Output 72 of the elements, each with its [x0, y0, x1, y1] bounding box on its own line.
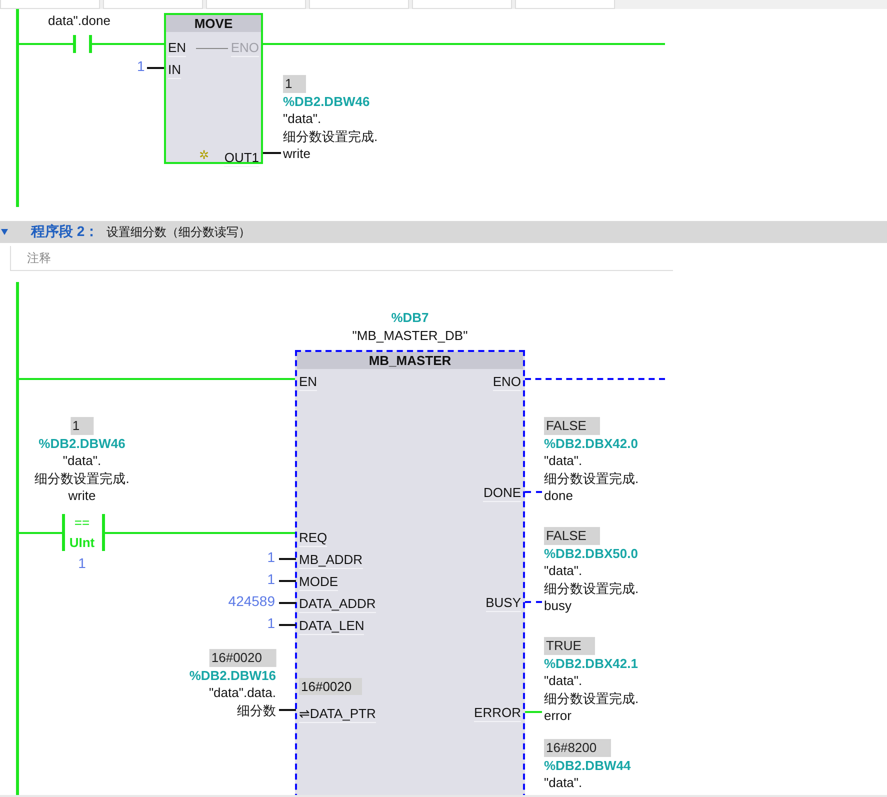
- network-description: 设置细分数（细分数读写）: [106, 224, 251, 240]
- operand-value: 1: [70, 417, 94, 434]
- operand-symbol: busy: [544, 597, 572, 614]
- operand-symbol: "data".: [544, 672, 582, 690]
- operand-symbol: "data".: [544, 774, 582, 792]
- pin-label: EN: [299, 373, 318, 391]
- pin-label: DATA_LEN: [299, 617, 364, 635]
- editor-tab[interactable]: [103, 0, 203, 9]
- asterisk-icon: ✲: [198, 147, 209, 164]
- constant-value: 424589: [228, 593, 275, 610]
- network-title: 程序段 2：: [31, 223, 99, 241]
- contact-label: data".done: [48, 12, 110, 29]
- pin-label: MB_ADDR: [299, 551, 363, 569]
- collapse-icon[interactable]: [1, 228, 9, 236]
- pin-label: MODE: [299, 573, 338, 591]
- constant-value: 1: [267, 571, 275, 588]
- operand-address: %DB2.DBX42.0: [544, 434, 638, 452]
- operand-value: FALSE: [544, 417, 600, 434]
- comment-field[interactable]: 注释: [27, 248, 627, 268]
- operand-value: 16#0020: [209, 649, 276, 666]
- constant-value: 1: [267, 615, 275, 632]
- operand-symbol: 细分数设置完成.: [34, 470, 130, 487]
- pin-label: DATA_ADDR: [299, 595, 376, 613]
- operand-address: %DB2.DBW46: [38, 434, 126, 452]
- operand-symbol: "data".: [544, 562, 582, 580]
- operand-symbol: 细分数设置完成.: [544, 580, 639, 597]
- block-title: MB_MASTER: [297, 352, 523, 369]
- operand-address: %DB2.DBX50.0: [544, 544, 638, 562]
- pin-label: ERROR: [474, 704, 521, 722]
- pin-label: BUSY: [486, 594, 521, 612]
- pin-label: ENO: [492, 373, 521, 391]
- operand-symbol: "data".: [544, 452, 582, 470]
- operand-value: 1: [283, 75, 306, 92]
- operand-symbol: "data".: [62, 452, 102, 470]
- editor-tab[interactable]: [0, 0, 100, 9]
- pin-label: ENO: [230, 39, 259, 57]
- pin-label: OUT1: [224, 149, 259, 167]
- operand-symbol: "data".data.: [208, 684, 276, 702]
- operand-symbol: write: [283, 145, 310, 162]
- operand-value: 16#8200: [544, 739, 611, 756]
- operand-value: FALSE: [544, 527, 600, 544]
- operand-address: %DB2.DBW16: [189, 666, 276, 684]
- editor-tab[interactable]: [412, 0, 512, 9]
- operand-address: %DB2.DBW46: [283, 92, 370, 110]
- constant-value: 1: [137, 58, 145, 75]
- operand-symbol: write: [68, 487, 96, 504]
- instance-address: %DB7: [391, 309, 429, 326]
- instance-name: "MB_MASTER_DB": [352, 327, 468, 344]
- operand-symbol: 细分数设置完成.: [283, 128, 378, 145]
- pin-label: EN: [168, 39, 186, 57]
- constant-value: 1: [267, 549, 275, 566]
- editor-tab[interactable]: [515, 0, 615, 9]
- block-title: MOVE: [166, 15, 261, 32]
- operand-symbol: error: [544, 707, 572, 724]
- operand-symbol: done: [544, 487, 573, 504]
- operand-address: %DB2.DBX42.1: [544, 654, 638, 672]
- operand-symbol: 细分数设置完成.: [544, 690, 639, 707]
- compare-operand: 1: [78, 555, 86, 572]
- editor-tab[interactable]: [309, 0, 409, 9]
- pin-label: REQ: [299, 529, 328, 547]
- pin-value: 16#0020: [299, 678, 362, 695]
- pin-label: DONE: [483, 484, 521, 502]
- compare-type: UInt: [69, 534, 95, 551]
- pin-label: IN: [168, 61, 181, 79]
- operand-symbol: 细分数设置完成.: [544, 470, 639, 487]
- compare-operator: ==: [74, 514, 90, 531]
- operand-value: TRUE: [544, 637, 596, 654]
- operand-address: %DB2.DBW44: [544, 756, 631, 774]
- operand-symbol: "data".: [283, 110, 322, 128]
- operand-symbol: 细分数: [237, 702, 276, 719]
- editor-tab[interactable]: [206, 0, 306, 9]
- pin-label: ⇌DATA_PTR: [299, 705, 376, 723]
